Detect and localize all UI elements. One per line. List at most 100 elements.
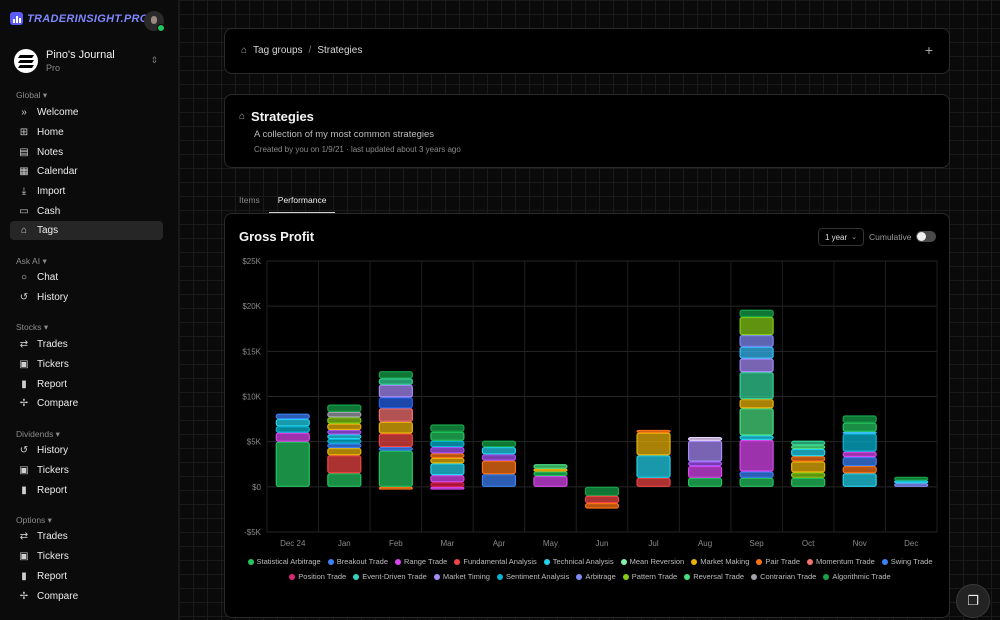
bar-segment[interactable] (842, 451, 877, 458)
sidebar-item-notes[interactable]: ▤ Notes (10, 143, 163, 162)
bar-segment[interactable] (842, 456, 877, 467)
bar-segment[interactable] (842, 473, 877, 487)
bar-segment[interactable] (378, 378, 413, 385)
sidebar-item-compare[interactable]: ✢ Compare (10, 587, 163, 606)
bar-segment[interactable] (327, 404, 362, 412)
legend-item[interactable]: Range Trade (394, 557, 447, 566)
bar-segment[interactable] (275, 418, 310, 427)
bar-segment[interactable] (430, 453, 465, 459)
bar-segment[interactable] (687, 477, 723, 487)
bar-segment[interactable] (327, 438, 362, 444)
bar-segment[interactable] (842, 431, 877, 434)
sidebar-item-calendar[interactable]: ▦ Calendar (10, 162, 163, 181)
bar-segment[interactable] (430, 486, 465, 490)
bar-segment[interactable] (687, 461, 723, 467)
bar-segment[interactable] (687, 440, 723, 462)
legend-item[interactable]: Statistical Arbitrage (247, 557, 321, 566)
sidebar-item-report[interactable]: ▮ Report (10, 481, 163, 500)
bar-segment[interactable] (275, 413, 310, 420)
section-label[interactable]: Stocks ▾ (16, 322, 48, 333)
bar-segment[interactable] (842, 422, 877, 432)
bar-segment[interactable] (739, 408, 774, 436)
bar-segment[interactable] (842, 415, 877, 423)
legend-item[interactable]: Breakout Trade (327, 557, 388, 566)
bar-segment[interactable] (739, 346, 774, 359)
bar-segment[interactable] (739, 439, 774, 472)
sidebar-item-history[interactable]: ↺ History (10, 441, 163, 460)
bar-segment[interactable] (378, 433, 413, 448)
bar-segment[interactable] (430, 474, 465, 483)
sidebar-item-report[interactable]: ▮ Report (10, 567, 163, 586)
section-label[interactable]: Global ▾ (16, 90, 47, 101)
tab-items[interactable]: Items (224, 190, 269, 213)
bar-segment[interactable] (378, 486, 413, 490)
bar-segment[interactable] (791, 445, 826, 449)
bar-segment[interactable] (791, 456, 826, 462)
sidebar-item-cash[interactable]: ▭ Cash (10, 202, 163, 221)
bar-segment[interactable] (584, 502, 620, 509)
legend-item[interactable]: Mean Reversion (620, 557, 684, 566)
bar-segment[interactable] (378, 397, 413, 409)
bar-segment[interactable] (739, 309, 774, 318)
bar-segment[interactable] (739, 399, 774, 409)
bar-segment[interactable] (894, 483, 929, 487)
bar-segment[interactable] (687, 437, 723, 441)
bar-segment[interactable] (739, 435, 774, 440)
legend-item[interactable]: Event-Driven Trade (353, 572, 427, 581)
bar-segment[interactable] (636, 477, 671, 487)
bar-segment[interactable] (378, 408, 413, 422)
sidebar-item-welcome[interactable]: » Welcome (10, 103, 163, 122)
bar-segment[interactable] (327, 473, 362, 487)
bar-segment[interactable] (430, 431, 465, 441)
bar-segment[interactable] (430, 463, 465, 476)
journal-switcher[interactable]: Pino's Journal Pro ⇕ (14, 47, 164, 75)
bar-segment[interactable] (533, 464, 568, 469)
bar-segment[interactable] (327, 434, 362, 440)
bar-segment[interactable] (378, 446, 413, 451)
legend-item[interactable]: Contrarian Trade (751, 572, 816, 581)
sidebar-item-history[interactable]: ↺ History (10, 288, 163, 307)
bar-segment[interactable] (275, 441, 310, 487)
legend-item[interactable]: Pair Trade (756, 557, 800, 566)
bar-segment[interactable] (791, 448, 826, 457)
breadcrumb-tag-groups[interactable]: Tag groups (253, 45, 302, 56)
bar-segment[interactable] (739, 471, 774, 478)
bar-segment[interactable] (739, 477, 774, 487)
bar-segment[interactable] (636, 429, 671, 433)
sidebar-item-report[interactable]: ▮ Report (10, 375, 163, 394)
chat-button[interactable]: ❐ (956, 584, 990, 618)
bar-segment[interactable] (739, 334, 774, 347)
bar-segment[interactable] (430, 440, 465, 448)
brand[interactable]: TRADERINSIGHT.PRO (10, 12, 149, 25)
breadcrumb-strategies[interactable]: Strategies (317, 45, 362, 56)
bar-segment[interactable] (430, 424, 465, 432)
sidebar-item-home[interactable]: ⊞ Home (10, 123, 163, 142)
bar-segment[interactable] (533, 471, 568, 477)
user-avatar[interactable] (144, 11, 165, 32)
legend-item[interactable]: Fundamental Analysis (454, 557, 537, 566)
sidebar-item-import[interactable]: ⤓ Import (10, 182, 163, 201)
legend-item[interactable]: Arbitrage (576, 572, 616, 581)
legend-item[interactable]: Algorithmic Trade (823, 572, 891, 581)
bar-segment[interactable] (481, 460, 517, 475)
bar-segment[interactable] (327, 455, 362, 474)
bar-segment[interactable] (636, 455, 671, 478)
bar-segment[interactable] (739, 316, 774, 336)
bar-segment[interactable] (481, 454, 517, 461)
bar-segment[interactable] (584, 495, 620, 504)
bar-segment[interactable] (842, 465, 877, 474)
legend-item[interactable]: Technical Analysis (543, 557, 614, 566)
bar-segment[interactable] (275, 426, 310, 433)
bar-segment[interactable] (791, 477, 826, 487)
bar-segment[interactable] (327, 447, 362, 456)
bar-segment[interactable] (481, 446, 517, 455)
bar-segment[interactable] (894, 480, 929, 484)
legend-item[interactable]: Swing Trade (881, 557, 933, 566)
bar-segment[interactable] (378, 384, 413, 398)
bar-segment[interactable] (791, 472, 826, 478)
bar-segment[interactable] (533, 475, 568, 487)
bar-segment[interactable] (275, 432, 310, 442)
legend-item[interactable]: Market Timing (433, 572, 490, 581)
bar-segment[interactable] (791, 461, 826, 473)
bar-segment[interactable] (584, 486, 620, 496)
